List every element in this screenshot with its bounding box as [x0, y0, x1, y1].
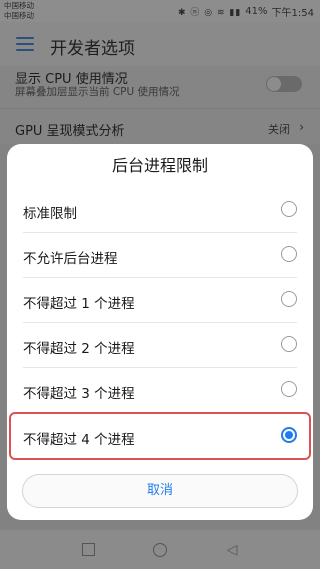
cancel-button[interactable]: 取消 [22, 474, 298, 508]
page-title: 开发者选项 [50, 39, 135, 59]
setting-gpu-value: 关闭 [268, 123, 290, 136]
setting-cpu-usage-subtitle: 屏幕叠加层显示当前 CPU 使用情况 [15, 86, 180, 98]
background-process-limit-dialog: 后台进程限制 标准限制 不允许后台进程 不得超过 1 个进程 不得超过 2 个进… [7, 144, 313, 520]
carrier-2: 中国移动 [4, 11, 34, 20]
option-max-2-processes[interactable]: 不得超过 2 个进程 [7, 323, 313, 368]
option-standard-limit[interactable]: 标准限制 [7, 188, 313, 233]
option-no-background-processes[interactable]: 不允许后台进程 [7, 233, 313, 278]
option-label: 不得超过 1 个进程 [23, 296, 135, 312]
radio-icon[interactable] [281, 336, 297, 352]
carrier-info: 中国移动 中国移动 [4, 1, 34, 21]
status-icons: ✱ ⓝ ◎ ≋ ▮▮ [178, 8, 242, 18]
radio-icon[interactable] [281, 201, 297, 217]
option-max-1-process[interactable]: 不得超过 1 个进程 [7, 278, 313, 323]
option-label: 标准限制 [23, 206, 77, 222]
radio-icon[interactable] [281, 381, 297, 397]
option-label: 不允许后台进程 [23, 251, 118, 267]
battery-percent: 41% [245, 6, 268, 17]
dialog-title: 后台进程限制 [111, 156, 208, 175]
home-icon[interactable] [150, 540, 170, 560]
option-label: 不得超过 3 个进程 [23, 386, 135, 402]
option-label: 不得超过 2 个进程 [23, 341, 135, 357]
setting-cpu-usage[interactable]: 显示 CPU 使用情况 屏幕叠加层显示当前 CPU 使用情况 [0, 66, 320, 108]
back-icon[interactable]: ◁ [222, 540, 242, 560]
setting-gpu-title: GPU 呈现模式分析 [15, 124, 125, 139]
cpu-usage-toggle[interactable] [266, 76, 302, 92]
chevron-right-icon: › [299, 120, 304, 134]
status-right: ✱ ⓝ ◎ ≋ ▮▮ 41% 下午1:54 [178, 4, 314, 19]
clock: 下午1:54 [271, 8, 314, 19]
setting-gpu-rendering[interactable]: GPU 呈现模式分析 关闭 › [0, 108, 320, 145]
carrier-1: 中国移动 [4, 1, 34, 10]
status-bar: 中国移动 中国移动 ✱ ⓝ ◎ ≋ ▮▮ 41% 下午1:54 [0, 0, 320, 22]
menu-icon[interactable] [16, 37, 34, 51]
selection-highlight [9, 412, 311, 460]
option-max-3-processes[interactable]: 不得超过 3 个进程 [7, 368, 313, 413]
radio-icon[interactable] [281, 246, 297, 262]
recent-apps-icon[interactable] [78, 540, 98, 560]
app-bar: 开发者选项 [0, 22, 320, 66]
radio-icon[interactable] [281, 291, 297, 307]
navigation-bar: ◁ [0, 530, 320, 569]
